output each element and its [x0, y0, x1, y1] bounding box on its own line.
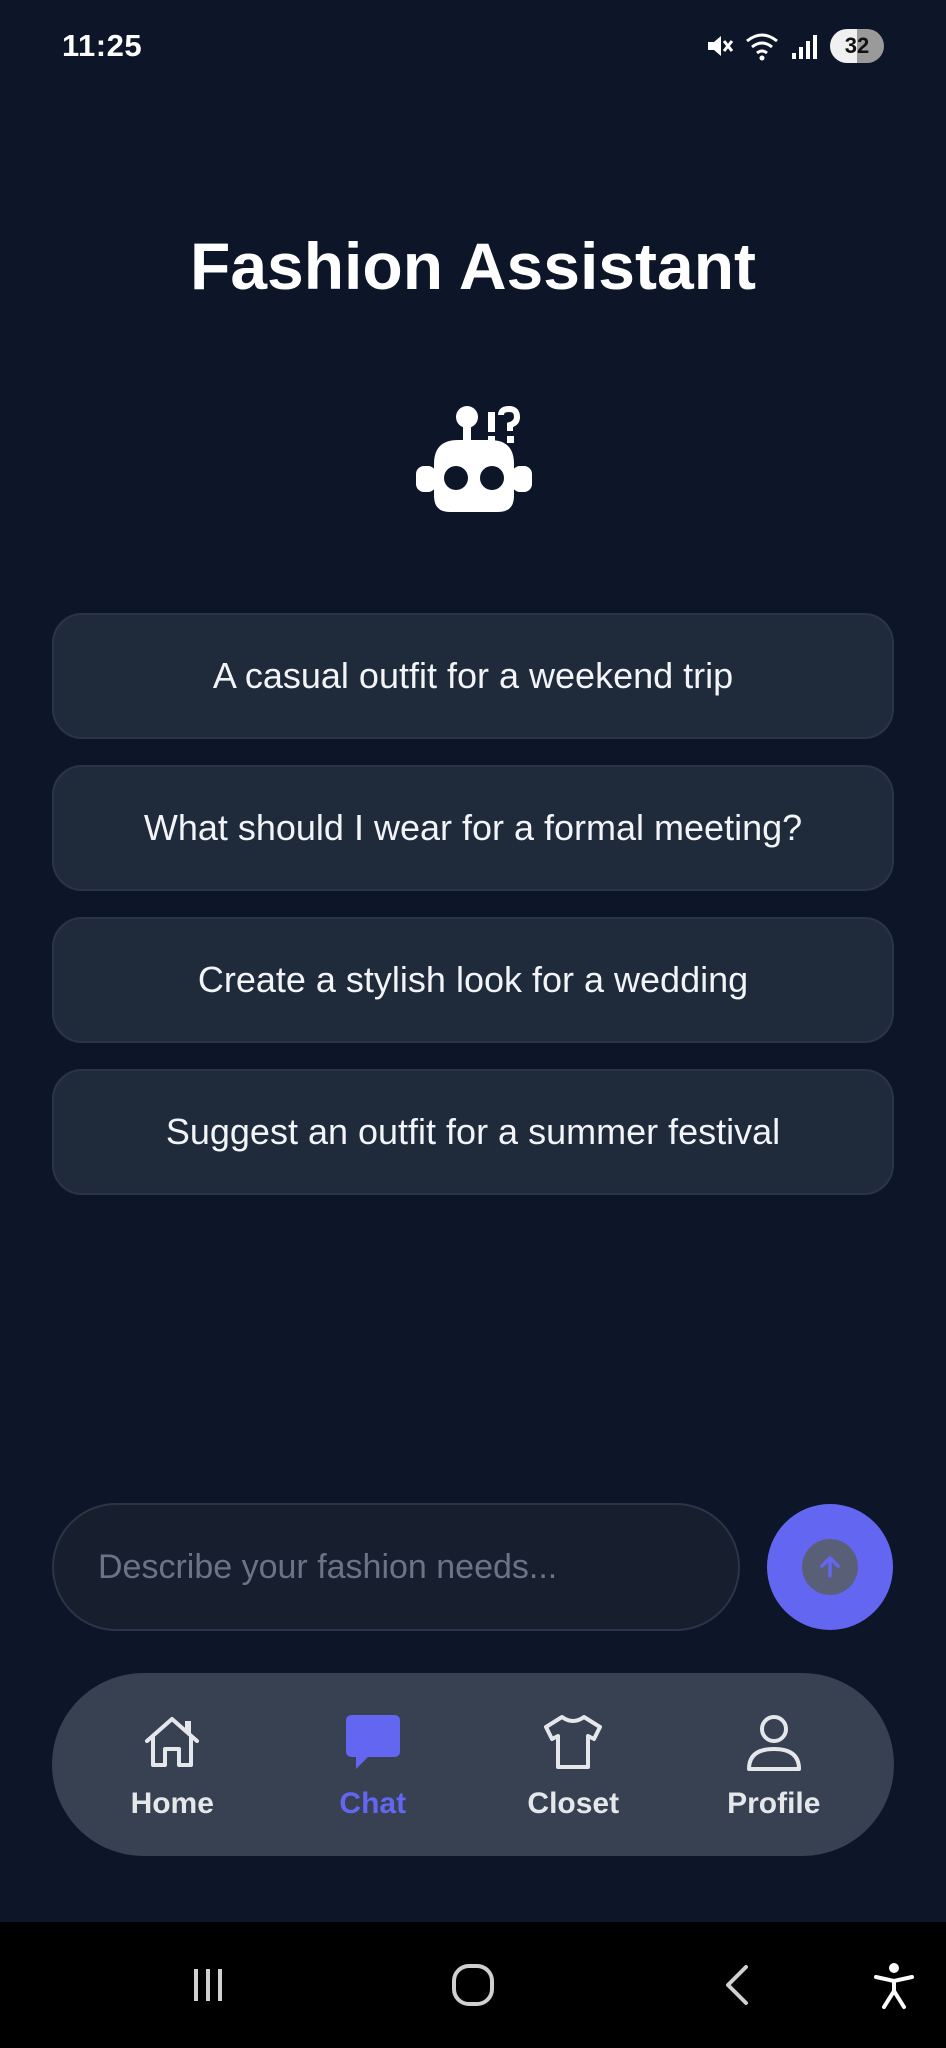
home-system-button[interactable] [433, 1922, 513, 2048]
suggestion-button[interactable]: Create a stylish look for a wedding [52, 917, 894, 1043]
nav-item-chat[interactable]: Chat [288, 1709, 458, 1821]
status-bar: 11:25 32 [0, 0, 946, 92]
system-nav-bar [0, 1922, 946, 2048]
arrow-up-icon [820, 1556, 840, 1578]
nav-item-closet[interactable]: Closet [488, 1709, 658, 1821]
wifi-icon [746, 33, 778, 61]
back-button[interactable] [698, 1922, 778, 2048]
status-icons: 32 [704, 28, 884, 64]
shirt-icon [544, 1714, 603, 1769]
accessibility-icon [874, 1963, 914, 2009]
bottom-nav: Home Chat Closet Profile [52, 1673, 894, 1856]
accessibility-button[interactable] [854, 1922, 934, 2048]
nav-item-profile[interactable]: Profile [689, 1709, 859, 1821]
send-button-inner [802, 1539, 858, 1595]
app-screen: 11:25 32 Fashion Assistant A casual outf… [0, 0, 946, 2048]
nav-label-chat: Chat [339, 1786, 407, 1820]
nav-label-closet: Closet [527, 1786, 620, 1820]
recents-icon [194, 1969, 222, 2001]
status-time: 11:25 [62, 28, 143, 63]
user-icon [746, 1714, 801, 1771]
home-circle-icon [452, 1964, 494, 2006]
signal-icon [792, 35, 817, 59]
chat-input[interactable] [96, 1546, 738, 1588]
chat-icon [345, 1714, 400, 1769]
back-icon [726, 1965, 748, 2005]
mute-icon [708, 36, 734, 56]
battery-icon: 32 [830, 29, 884, 63]
recents-button[interactable] [168, 1922, 248, 2048]
nav-label-home: Home [130, 1786, 214, 1820]
suggestion-list: A casual outfit for a weekend trip What … [52, 613, 894, 1221]
page-title: Fashion Assistant [190, 229, 756, 303]
robot-icon [416, 405, 532, 512]
suggestion-button[interactable]: A casual outfit for a weekend trip [52, 613, 894, 739]
suggestion-button[interactable]: What should I wear for a formal meeting? [52, 765, 894, 891]
chat-input-container [52, 1503, 740, 1631]
suggestion-button[interactable]: Suggest an outfit for a summer festival [52, 1069, 894, 1195]
send-button[interactable] [767, 1504, 893, 1630]
nav-label-profile: Profile [727, 1786, 821, 1820]
home-icon [145, 1716, 200, 1767]
nav-item-home[interactable]: Home [87, 1709, 257, 1821]
